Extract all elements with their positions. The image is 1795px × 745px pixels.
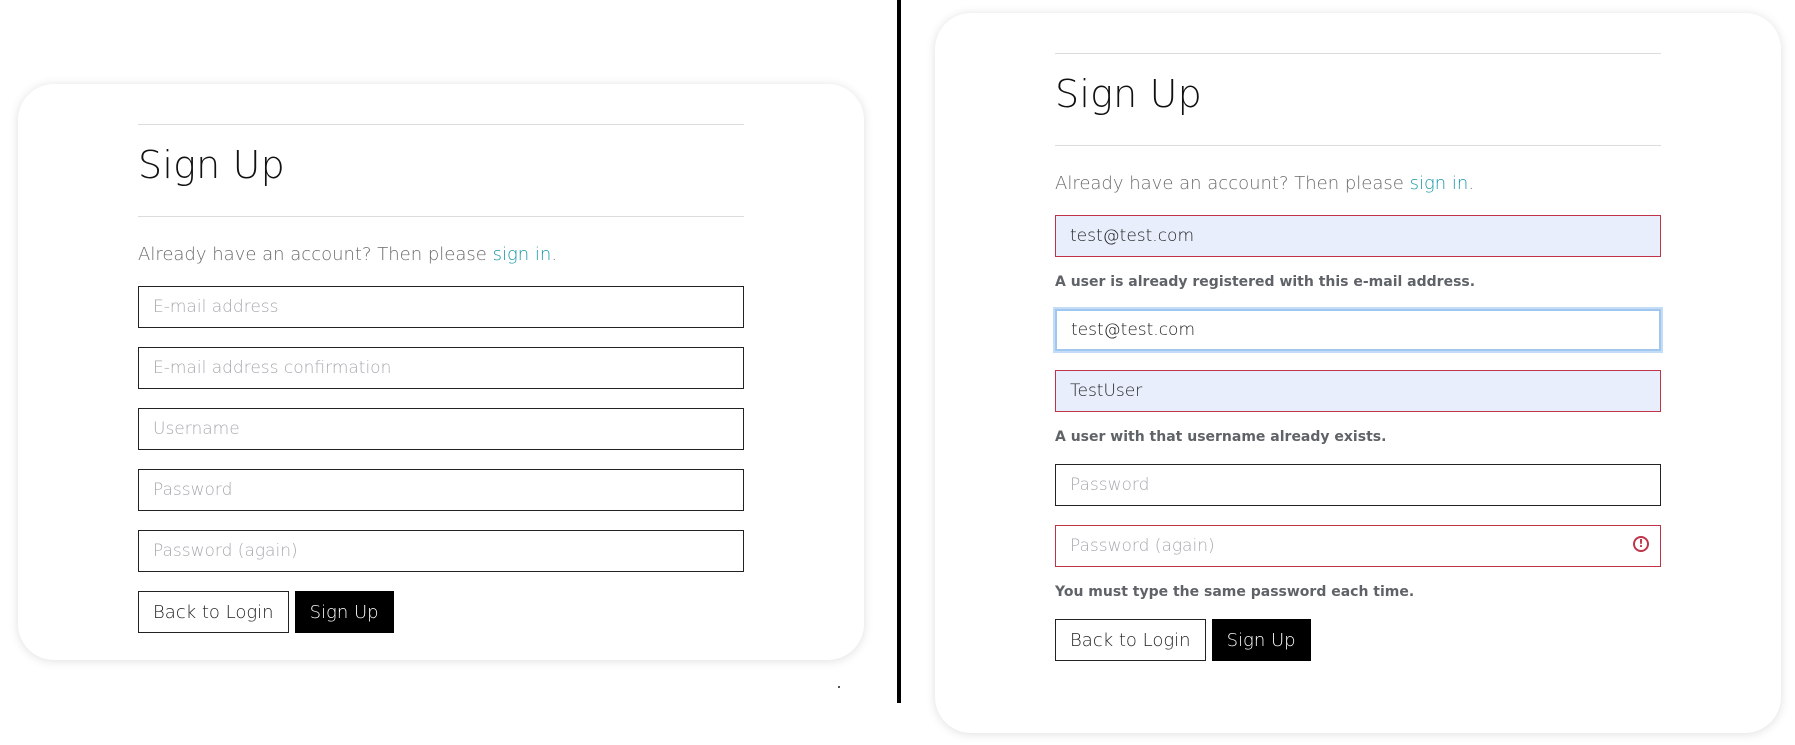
title-divider [138,216,744,217]
email-confirm-field-wrapper [1055,309,1661,351]
signup-card-empty: Sign Up Already have an account? Then pl… [18,84,864,660]
password-field-wrapper [138,469,744,511]
password-error-message: You must type the same password each tim… [1055,584,1415,600]
page-title: Sign Up [138,143,285,187]
signin-hint-text: Already have an account? Then please [1055,173,1410,194]
email-field[interactable] [1055,215,1661,257]
username-field-wrapper [138,408,744,450]
password-field-wrapper [1055,464,1661,506]
title-divider [1055,145,1661,146]
form-actions: Back to Login Sign Up [1055,619,1661,661]
signin-hint-suffix: . [1468,173,1475,194]
password-field[interactable] [138,469,744,511]
screenshot-stage: Sign Up Already have an account? Then pl… [0,0,1795,745]
signin-hint-text: Already have an account? Then please [138,244,493,265]
signup-form-errors: Sign Up Already have an account? Then pl… [1055,53,1661,661]
email-field-wrapper [1055,215,1661,257]
password-again-field-wrapper [138,530,744,572]
back-to-login-button[interactable]: Back to Login [138,591,289,633]
email-confirm-field[interactable] [1055,309,1661,351]
signin-hint: Already have an account? Then please sig… [1055,173,1661,194]
sign-up-button[interactable]: Sign Up [1211,619,1311,661]
email-error-message: A user is already registered with this e… [1055,274,1476,290]
signin-hint: Already have an account? Then please sig… [138,244,744,265]
username-error-message: A user with that username already exists… [1055,429,1387,445]
username-field[interactable] [1055,370,1661,412]
signup-card-errors: Sign Up Already have an account? Then pl… [935,13,1781,733]
comparison-divider [897,0,901,703]
sign-up-button[interactable]: Sign Up [294,591,394,633]
email-field[interactable] [138,286,744,328]
password-field[interactable] [1055,464,1661,506]
page-title: Sign Up [1055,72,1202,116]
form-actions: Back to Login Sign Up [138,591,744,633]
username-field-wrapper [1055,370,1661,412]
password-again-field-wrapper: ! [1055,525,1661,567]
signin-link[interactable]: sign in [493,244,552,265]
signin-hint-suffix: . [551,244,558,265]
email-confirm-field[interactable] [138,347,744,389]
signin-link[interactable]: sign in [1410,173,1469,194]
back-to-login-button[interactable]: Back to Login [1055,619,1206,661]
stray-dot [838,686,840,688]
signup-form-empty: Sign Up Already have an account? Then pl… [138,124,744,633]
alert-circle-icon: ! [1633,536,1649,552]
email-field-wrapper [138,286,744,328]
email-confirm-field-wrapper [138,347,744,389]
username-field[interactable] [138,408,744,450]
password-again-field[interactable] [1055,525,1661,567]
password-again-field[interactable] [138,530,744,572]
